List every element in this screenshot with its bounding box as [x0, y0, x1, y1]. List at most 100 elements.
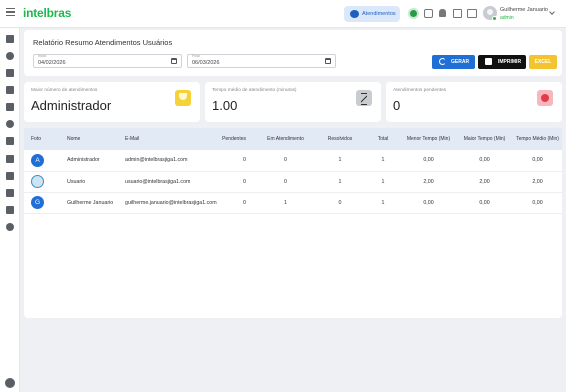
- user-menu[interactable]: Guilherme Januario admin: [482, 4, 562, 24]
- send-icon[interactable]: [6, 103, 14, 111]
- col-total: Total: [365, 128, 401, 150]
- row-email: usuario@intelbrasjiga1.com: [118, 171, 218, 193]
- row-resolvidos: 1: [315, 171, 365, 193]
- start-date-value: 04/02/2026: [38, 60, 66, 66]
- integration-icon[interactable]: [6, 189, 14, 197]
- print-label: IMPRIMIR: [498, 59, 522, 65]
- stat-label: Maior número de atendimentos: [31, 88, 98, 93]
- row-photo-cell: A: [24, 150, 60, 172]
- col-em-atendimento: Em Atendimento: [256, 128, 315, 150]
- stat-card-pending: Atendimentos pendentes 0: [386, 82, 562, 122]
- contacts-icon[interactable]: [6, 206, 14, 214]
- row-pendentes: 0: [218, 171, 256, 193]
- row-total: 1: [365, 192, 401, 214]
- page-title: Relatório Resumo Atendimentos Usuários: [33, 38, 173, 47]
- table-row[interactable]: A Administrador admin@intelbrasjiga1.com…: [24, 150, 562, 172]
- row-tempo-medio: 0,00: [513, 192, 562, 214]
- report-table: Foto Nome E-Mail Pendentes Em Atendiment…: [24, 128, 562, 214]
- row-pendentes: 0: [218, 150, 256, 172]
- chat-bubble-icon[interactable]: [6, 52, 14, 60]
- row-maior-tempo: 0,00: [456, 192, 513, 214]
- row-photo-cell: G: [24, 192, 60, 214]
- atendimentos-label: Atendimentos: [362, 11, 396, 17]
- bell-icon[interactable]: [439, 9, 446, 17]
- atendimentos-button[interactable]: Atendimentos: [344, 6, 400, 22]
- row-resolvidos: 0: [315, 192, 365, 214]
- monitor-icon[interactable]: [467, 9, 477, 18]
- user-role: admin: [500, 15, 514, 21]
- calendar-icon[interactable]: [171, 58, 177, 64]
- end-date-value: 06/03/2026: [192, 60, 220, 66]
- end-date-field[interactable]: Final 06/03/2026: [187, 54, 336, 68]
- menu-icon[interactable]: [6, 8, 15, 16]
- refresh-icon: [439, 58, 446, 65]
- flow-icon[interactable]: [6, 137, 14, 145]
- col-email: E-Mail: [118, 128, 218, 150]
- collapse-icon[interactable]: [5, 378, 15, 388]
- gear-icon[interactable]: [6, 223, 14, 231]
- table-row[interactable]: G Guilherme Januario guilherme.januario@…: [24, 192, 562, 214]
- avatar: G: [31, 196, 44, 209]
- col-foto: Foto: [24, 128, 60, 150]
- print-button[interactable]: IMPRIMIR: [478, 55, 526, 69]
- end-date-label: Final: [192, 54, 200, 58]
- col-tempo-medio: Tempo Médio (Min): [513, 128, 562, 150]
- table-row[interactable]: Usuario usuario@intelbrasjiga1.com 0 0 1…: [24, 171, 562, 193]
- row-total: 1: [365, 150, 401, 172]
- row-name: Guilherme Januario: [60, 192, 118, 214]
- row-tempo-medio: 0,00: [513, 150, 562, 172]
- stat-label: Atendimentos pendentes: [393, 88, 447, 93]
- col-resolvidos: Resolvidos: [315, 128, 365, 150]
- calendar-icon[interactable]: [325, 58, 331, 64]
- list-icon[interactable]: [6, 86, 14, 94]
- row-em-atendimento: 0: [256, 171, 315, 193]
- stat-card-top-user: Maior número de atendimentos Administrad…: [24, 82, 200, 122]
- row-total: 1: [365, 171, 401, 193]
- row-em-atendimento: 1: [256, 192, 315, 214]
- headset-icon: [350, 10, 359, 18]
- start-date-label: Início: [38, 54, 47, 58]
- row-menor-tempo: 2,00: [401, 171, 456, 193]
- row-name: Administrador: [60, 150, 118, 172]
- logo: intelbras: [23, 6, 72, 20]
- avatar: [31, 175, 44, 188]
- online-status-dot: [492, 16, 497, 21]
- main-content: Relatório Resumo Atendimentos Usuários I…: [24, 30, 562, 320]
- avatar: A: [31, 153, 44, 167]
- filter-card: Relatório Resumo Atendimentos Usuários I…: [24, 30, 562, 76]
- start-date-field[interactable]: Início 04/02/2026: [33, 54, 182, 68]
- generate-button[interactable]: GERAR: [432, 55, 475, 69]
- chat-icon[interactable]: [424, 9, 433, 18]
- row-maior-tempo: 0,00: [456, 150, 513, 172]
- col-menor-tempo: Menor Tempo (Min): [401, 128, 456, 150]
- check-icon[interactable]: [6, 155, 14, 163]
- status-icon[interactable]: [408, 8, 419, 19]
- top-bar: intelbras Atendimentos Guilherme Januari…: [0, 0, 566, 28]
- col-nome: Nome: [60, 128, 118, 150]
- device-icon[interactable]: [6, 172, 14, 180]
- col-maior-tempo: Maior Tempo (Min): [456, 128, 513, 150]
- users-icon[interactable]: [6, 120, 14, 128]
- printer-icon: [485, 58, 492, 65]
- row-email: admin@intelbrasjiga1.com: [118, 150, 218, 172]
- stat-label: Tempo médio de atendimento (minutos): [212, 88, 297, 93]
- col-pendentes: Pendentes: [218, 128, 256, 150]
- report-table-card: Foto Nome E-Mail Pendentes Em Atendiment…: [24, 128, 562, 318]
- generate-label: GERAR: [451, 59, 470, 65]
- row-resolvidos: 1: [315, 150, 365, 172]
- row-email: guilherme.januario@intelbrasjiga1.com: [118, 192, 218, 214]
- row-em-atendimento: 0: [256, 150, 315, 172]
- row-name: Usuario: [60, 171, 118, 193]
- user-name: Guilherme Januario: [500, 7, 548, 13]
- row-menor-tempo: 0,00: [401, 150, 456, 172]
- row-tempo-medio: 2,00: [513, 171, 562, 193]
- trophy-icon: [175, 90, 191, 106]
- stat-value: Administrador: [31, 98, 112, 113]
- report-icon[interactable]: [6, 69, 14, 77]
- calendar-icon[interactable]: [453, 9, 462, 18]
- chevron-down-icon: [549, 9, 555, 15]
- stat-card-avg-time: Tempo médio de atendimento (minutos) 1.0…: [205, 82, 381, 122]
- row-pendentes: 0: [218, 192, 256, 214]
- dashboard-icon[interactable]: [6, 35, 14, 43]
- excel-button[interactable]: EXCEL: [529, 55, 557, 69]
